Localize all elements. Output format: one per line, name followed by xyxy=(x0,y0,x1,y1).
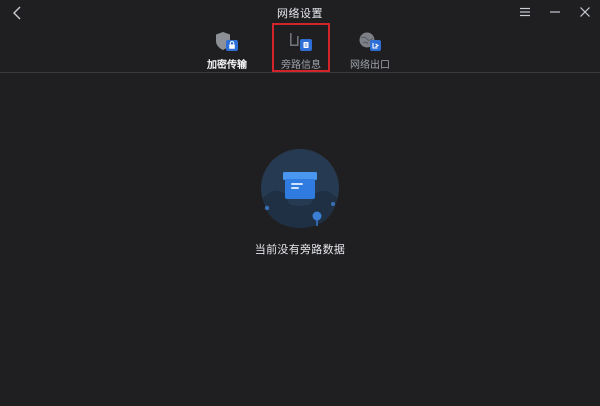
minimize-button[interactable] xyxy=(540,0,570,24)
bypass-info-icon xyxy=(288,30,314,54)
tab-encrypted-transfer[interactable]: 加密传输 xyxy=(198,26,256,72)
empty-state-illustration xyxy=(255,146,345,236)
hamburger-menu-icon xyxy=(519,7,531,17)
close-button[interactable] xyxy=(570,0,600,24)
window-controls xyxy=(510,0,600,26)
tab-network-exit[interactable]: 网络出口 xyxy=(341,26,399,72)
minimize-icon xyxy=(549,7,561,17)
empty-box-icon xyxy=(255,146,345,236)
close-icon xyxy=(579,6,591,18)
menu-button[interactable] xyxy=(510,0,540,24)
app-window: 网络设置 加密传输 旁路信息 网络出口 当前没有旁路数据 xyxy=(0,0,600,406)
tab-bypass-info[interactable]: 旁路信息 xyxy=(272,23,330,72)
empty-state-message: 当前没有旁路数据 xyxy=(254,243,346,256)
shield-lock-icon xyxy=(214,30,240,54)
tab-label: 加密传输 xyxy=(207,60,247,71)
tab-bar: 加密传输 旁路信息 网络出口 xyxy=(0,23,600,73)
tab-label: 网络出口 xyxy=(350,60,390,71)
globe-exit-icon xyxy=(357,30,383,54)
tab-label: 旁路信息 xyxy=(281,60,321,71)
